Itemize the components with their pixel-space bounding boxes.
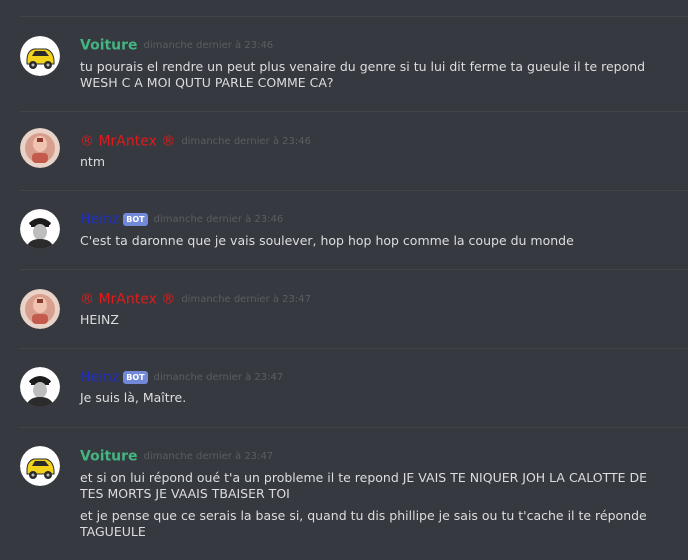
message-header: Voiture dimanche dernier à 23:46 <box>80 36 273 55</box>
message-divider <box>20 269 688 270</box>
message-header: ® MrAntex ® dimanche dernier à 23:46 <box>80 132 311 151</box>
timestamp[interactable]: dimanche dernier à 23:47 <box>181 294 311 305</box>
message-content: Je suis là, Maître. <box>80 390 668 406</box>
message-header: Heinz BOT dimanche dernier à 23:47 <box>80 368 283 387</box>
bot-tag: BOT <box>123 371 148 384</box>
officer-cap-avatar-icon[interactable] <box>20 367 60 407</box>
message-header: ® MrAntex ® dimanche dernier à 23:47 <box>80 290 311 309</box>
message-content: HEINZ <box>80 312 668 328</box>
message-header: Heinz BOT dimanche dernier à 23:46 <box>80 210 283 229</box>
timestamp[interactable]: dimanche dernier à 23:46 <box>144 40 274 51</box>
timestamp[interactable]: dimanche dernier à 23:47 <box>144 451 274 462</box>
yellow-car-icon[interactable] <box>20 36 60 76</box>
username[interactable]: ® MrAntex ® <box>80 134 175 150</box>
message-divider <box>20 111 688 112</box>
message-text: HEINZ <box>80 312 119 327</box>
message-text: et je pense que ce serais la base si, qu… <box>80 508 647 539</box>
timestamp[interactable]: dimanche dernier à 23:47 <box>154 372 284 383</box>
username[interactable]: Voiture <box>80 449 138 465</box>
message-text: et si on lui répond oué t'a un probleme … <box>80 470 648 501</box>
message-text: tu pourais el rendre un peut plus venair… <box>80 59 646 90</box>
message-text: C'est ta daronne que je vais soulever, h… <box>80 233 574 248</box>
message-divider <box>20 427 688 428</box>
yellow-car-icon[interactable] <box>20 446 60 486</box>
username[interactable]: ® MrAntex ® <box>80 292 175 308</box>
officer-cap-avatar-icon[interactable] <box>20 209 60 249</box>
timestamp[interactable]: dimanche dernier à 23:46 <box>181 136 311 147</box>
message-content: et si on lui répond oué t'a un probleme … <box>80 470 668 540</box>
portrait-avatar-icon[interactable] <box>20 289 60 329</box>
timestamp[interactable]: dimanche dernier à 23:46 <box>154 214 284 225</box>
message-content: ntm <box>80 154 668 170</box>
username[interactable]: Heinz <box>80 212 119 228</box>
username[interactable]: Voiture <box>80 38 138 54</box>
message-content: tu pourais el rendre un peut plus venair… <box>80 59 668 91</box>
message-header: Voiture dimanche dernier à 23:47 <box>80 447 273 466</box>
username[interactable]: Heinz <box>80 370 119 386</box>
message-text: ntm <box>80 154 105 169</box>
message-text: Je suis là, Maître. <box>80 390 187 405</box>
chat-messages: Voiture dimanche dernier à 23:46 tu poura… <box>0 0 688 560</box>
message-divider <box>20 348 688 349</box>
message-divider <box>20 190 688 191</box>
portrait-avatar-icon[interactable] <box>20 128 60 168</box>
message-content: C'est ta daronne que je vais soulever, h… <box>80 233 668 249</box>
message-divider <box>20 16 688 17</box>
bot-tag: BOT <box>123 213 148 226</box>
